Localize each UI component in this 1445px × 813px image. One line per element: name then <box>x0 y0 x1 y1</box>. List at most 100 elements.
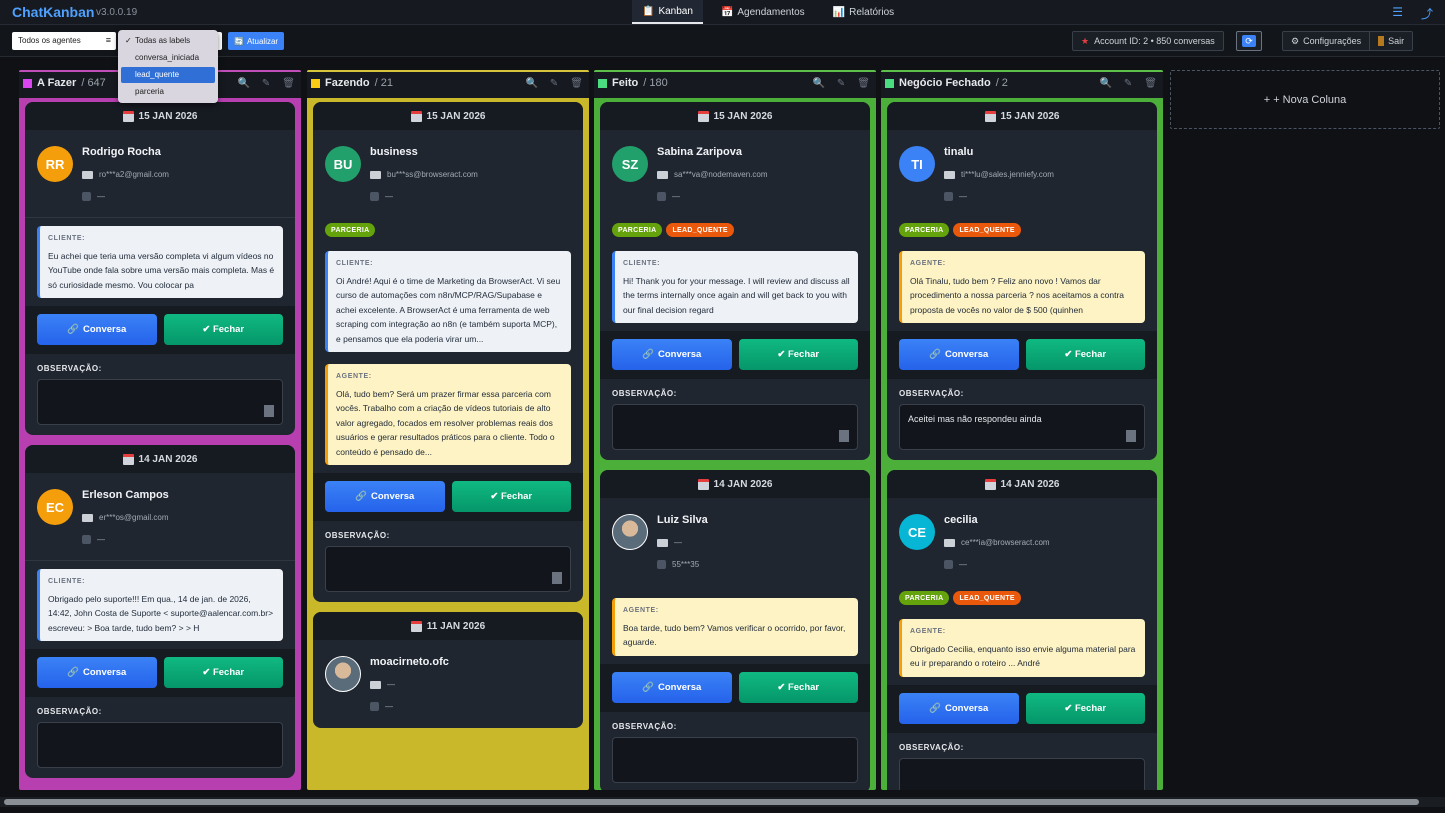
new-column-button[interactable]: + + Nova Coluna <box>1170 70 1440 129</box>
search-icon[interactable]: 🔍 <box>812 78 824 89</box>
edit-icon[interactable]: ✎ <box>262 78 270 89</box>
contact-name: business <box>370 146 418 158</box>
observation-field[interactable]: Aceitei mas não respondeu ainda <box>899 404 1145 450</box>
main-nav: 📋 Kanban 📅 Agendamentos 📊 Relatórios <box>632 0 904 24</box>
tag-parceria[interactable]: PARCERIA <box>325 223 376 237</box>
calendar-icon <box>697 478 709 490</box>
observation-field[interactable] <box>899 757 1145 790</box>
fechar-button[interactable]: ✔ Fechar <box>1025 339 1145 370</box>
column-title: Fazendo <box>325 77 370 89</box>
label-option[interactable]: lead_quente <box>121 67 215 83</box>
contact-email: — <box>674 538 682 547</box>
calendar-icon <box>984 110 996 122</box>
avatar: RR <box>37 146 73 182</box>
trash-icon[interactable]: 🗑 <box>857 78 870 89</box>
lead-card[interactable]: 14 JAN 2026 Luiz Silva — 55***35 AGENTE:… <box>600 470 870 790</box>
conversa-button[interactable]: 🔗 Conversa <box>899 692 1019 724</box>
lead-card[interactable]: 14 JAN 2026 CE cecilia ce***ia@browserac… <box>887 470 1157 790</box>
column-title: A Fazer <box>37 77 77 89</box>
fechar-button[interactable]: ✔ Fechar <box>738 671 858 703</box>
lead-card[interactable]: 14 JAN 2026 EC Erleson Campos er***os@gm… <box>25 445 295 778</box>
external-link-icon[interactable]: ⤴ <box>1421 5 1433 22</box>
tag-lead-quente[interactable]: LEAD_QUENTE <box>953 223 1021 237</box>
document-icon[interactable] <box>552 572 562 584</box>
contact-email: sa***va@nodemaven.com <box>674 170 768 179</box>
contact-info: BU business bu***ss@browseract.com — <box>313 130 583 218</box>
sync-icon: ⟳ <box>1242 35 1256 47</box>
conversa-button[interactable]: 🔗 Conversa <box>37 657 157 688</box>
trash-icon[interactable]: 🗑 <box>1144 78 1157 89</box>
observation-field[interactable] <box>325 546 571 592</box>
lead-card[interactable]: 15 JAN 2026 RR Rodrigo Rocha ro***a2@gma… <box>25 102 295 435</box>
sync-button[interactable]: ⟳ <box>1236 31 1262 51</box>
conversa-button[interactable]: 🔗 Conversa <box>37 314 157 345</box>
tag-list: PARCERIA <box>313 218 583 245</box>
observation-field[interactable] <box>612 736 858 783</box>
chart-icon: 📊 <box>832 6 846 18</box>
mail-icon <box>370 170 381 179</box>
logout-button[interactable]: Sair <box>1369 32 1412 50</box>
lead-card[interactable]: 15 JAN 2026 BU business bu***ss@browsera… <box>313 102 583 602</box>
scrollbar-thumb[interactable] <box>4 799 1419 805</box>
contact-name: tinalu <box>944 146 974 158</box>
contact-name: Sabina Zaripova <box>657 146 742 158</box>
edit-icon[interactable]: ✎ <box>1124 78 1132 89</box>
link-icon: 🔗 <box>355 491 368 502</box>
tab-relatorios[interactable]: 📊 Relatórios <box>823 0 904 24</box>
fechar-button[interactable]: ✔ Fechar <box>163 314 283 345</box>
column-count: / 21 <box>374 77 393 89</box>
fechar-button[interactable]: ✔ Fechar <box>163 657 283 688</box>
lead-card[interactable]: 11 JAN 2026 moacirneto.ofc — — <box>313 612 583 728</box>
document-icon[interactable] <box>839 430 849 442</box>
trash-icon[interactable]: 🗑 <box>282 78 295 89</box>
phone-icon <box>82 535 91 544</box>
refresh-button[interactable]: 🔄 Atualizar <box>228 32 285 50</box>
contact-email: bu***ss@browseract.com <box>387 170 478 179</box>
search-icon[interactable]: 🔍 <box>237 78 249 89</box>
gear-icon: ⚙ <box>1291 35 1300 46</box>
conversa-button[interactable]: 🔗 Conversa <box>612 339 732 370</box>
document-icon[interactable] <box>264 405 274 417</box>
conversa-button[interactable]: 🔗 Conversa <box>325 481 445 512</box>
tag-parceria[interactable]: PARCERIA <box>899 223 950 237</box>
search-icon[interactable]: 🔍 <box>1099 78 1111 89</box>
contact-phone: — <box>97 535 105 544</box>
edit-icon[interactable]: ✎ <box>837 78 845 89</box>
document-icon[interactable] <box>1126 430 1136 442</box>
edit-icon[interactable]: ✎ <box>550 78 558 89</box>
tab-agendamentos[interactable]: 📅 Agendamentos <box>711 0 815 24</box>
settings-button[interactable]: ⚙ Configurações <box>1283 32 1369 50</box>
app-logo[interactable]: ChatKanban <box>12 4 94 20</box>
fechar-button[interactable]: ✔ Fechar <box>451 481 571 512</box>
tag-list: PARCERIA LEAD_QUENTE <box>600 218 870 245</box>
agent-filter-select[interactable]: Todos os agentes ≡ <box>12 32 116 50</box>
tag-parceria[interactable]: PARCERIA <box>899 591 950 605</box>
tag-lead-quente[interactable]: LEAD_QUENTE <box>953 591 1021 605</box>
lead-card[interactable]: 15 JAN 2026 SZ Sabina Zaripova sa***va@n… <box>600 102 870 460</box>
conversa-button[interactable]: 🔗 Conversa <box>899 339 1019 370</box>
top-bar: ChatKanban v3.0.0.19 📋 Kanban 📅 Agendament… <box>0 0 1445 25</box>
fechar-button[interactable]: ✔ Fechar <box>1025 692 1145 724</box>
label-option[interactable]: parceria <box>121 84 215 100</box>
observation-field[interactable] <box>37 379 283 425</box>
trash-icon[interactable]: 🗑 <box>570 78 583 89</box>
tag-parceria[interactable]: PARCERIA <box>612 223 663 237</box>
contact-email: ro***a2@gmail.com <box>99 170 169 179</box>
filter-icon[interactable]: ☰ <box>1392 5 1403 22</box>
contact-phone: 55***35 <box>672 560 700 569</box>
tab-kanban[interactable]: 📋 Kanban <box>632 0 703 24</box>
search-icon[interactable]: 🔍 <box>525 78 537 89</box>
observation-field[interactable] <box>37 722 283 768</box>
lead-card[interactable]: 15 JAN 2026 TI tinalu ti***lu@sales.jenn… <box>887 102 1157 460</box>
mail-icon <box>944 170 955 179</box>
account-info: ★ Account ID: 2 • 850 conversas <box>1072 31 1224 51</box>
card-date: 15 JAN 2026 <box>600 102 870 130</box>
contact-phone: — <box>97 192 105 201</box>
conversa-button[interactable]: 🔗 Conversa <box>612 671 732 703</box>
tag-lead-quente[interactable]: LEAD_QUENTE <box>666 223 734 237</box>
label-option[interactable]: ✓ Todas as labels <box>121 33 215 49</box>
horizontal-scrollbar[interactable] <box>0 797 1445 807</box>
fechar-button[interactable]: ✔ Fechar <box>738 339 858 370</box>
label-option[interactable]: conversa_iniciada <box>121 50 215 66</box>
observation-field[interactable] <box>612 404 858 450</box>
